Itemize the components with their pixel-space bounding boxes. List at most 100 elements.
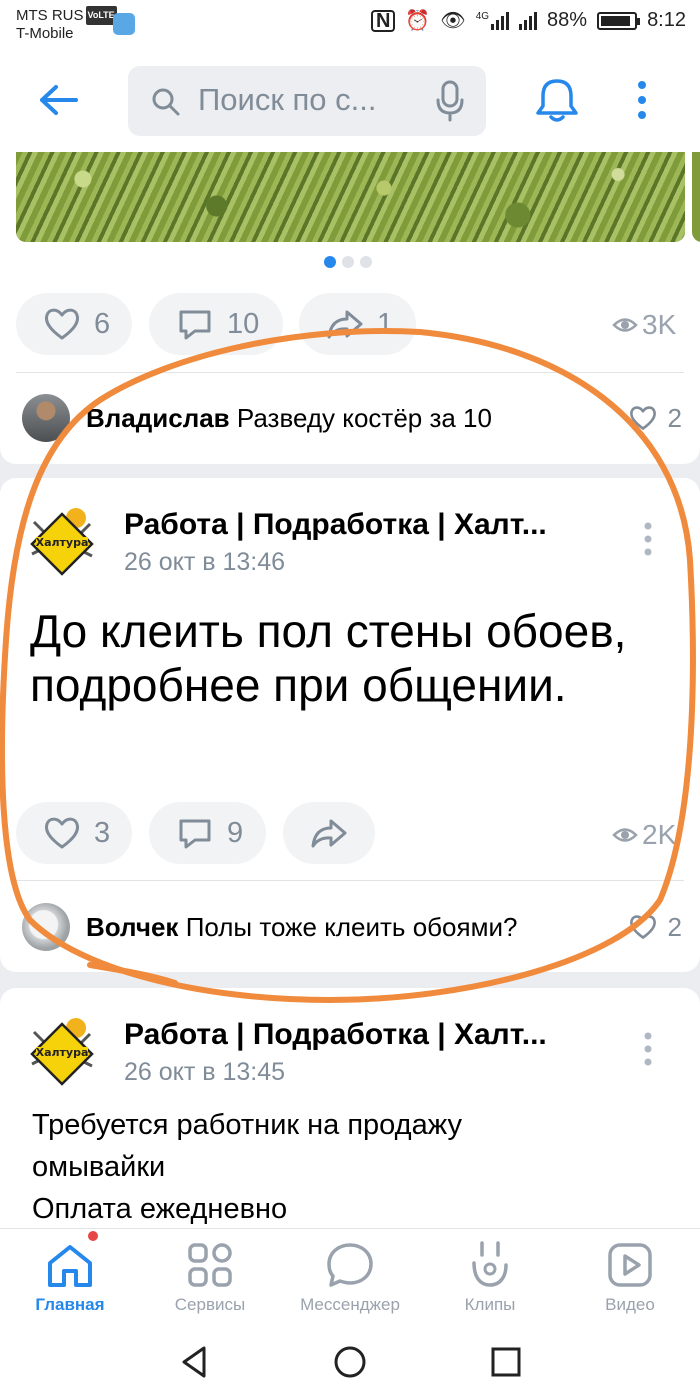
more-options-icon[interactable] xyxy=(632,80,652,120)
post-date: 26 окт в 13:45 xyxy=(124,1058,286,1086)
search-icon xyxy=(152,88,180,116)
system-navigation-bar xyxy=(0,1328,700,1400)
post-text: До клеить пол стены обоев, подробнее при… xyxy=(30,605,627,711)
post-photo-next[interactable] xyxy=(692,152,700,242)
battery-percent: 88% xyxy=(547,9,588,31)
top-comment[interactable]: Волчек Полы тоже клеить обоями? 2 xyxy=(22,902,682,952)
microphone-icon[interactable] xyxy=(436,80,464,122)
comment-like-count: 2 xyxy=(667,911,682,942)
logo-text: Халтура xyxy=(36,1046,89,1059)
tab-home[interactable]: Главная xyxy=(0,1229,140,1329)
post-card-2 xyxy=(0,478,700,972)
status-bar: MTS RUS VoLTE T-Mobile N ⏰ 👁 4G 88% 8:12 xyxy=(0,0,700,48)
views-counter: 2K xyxy=(612,819,676,851)
post-text: Требуется работник на продажу омывайки О… xyxy=(32,1104,672,1230)
community-logo: Халтура xyxy=(30,508,94,576)
recents-square-icon[interactable] xyxy=(486,1342,526,1382)
tab-video[interactable]: Видео xyxy=(560,1229,700,1329)
comment-like-count: 2 xyxy=(667,402,682,433)
post-author[interactable]: Работа | Подработка | Халт... xyxy=(124,508,614,542)
post-author[interactable]: Работа | Подработка | Халт... xyxy=(124,1018,614,1052)
post-text-line: Оплата ежедневно xyxy=(32,1193,288,1225)
community-logo: Халтура xyxy=(30,1018,94,1086)
comment-like-button[interactable]: 2 xyxy=(628,912,682,943)
tab-label: Сервисы xyxy=(174,1295,246,1314)
clips-icon xyxy=(472,1241,508,1287)
messenger-icon xyxy=(327,1243,373,1287)
comment-like-button[interactable]: 2 xyxy=(628,403,682,434)
share-button[interactable] xyxy=(283,802,375,864)
status-icons: N ⏰ 👁 4G 88% 8:12 xyxy=(370,8,686,33)
comment-button[interactable]: 9 xyxy=(149,802,266,864)
comment-author[interactable]: Волчек xyxy=(86,912,178,942)
comment-text: Владислав Разведу костёр за 10 xyxy=(86,403,614,434)
comment-count: 9 xyxy=(227,816,244,849)
carousel-indicator xyxy=(324,256,372,268)
avatar[interactable]: Халтура xyxy=(26,504,98,576)
signal-icon-2 xyxy=(519,11,538,30)
heart-icon xyxy=(44,308,80,340)
search-field[interactable]: Поиск по с... xyxy=(128,66,486,136)
video-icon xyxy=(608,1243,652,1287)
like-count: 6 xyxy=(94,307,111,340)
carousel-dot xyxy=(360,256,372,268)
comment-button[interactable]: 10 xyxy=(149,293,283,355)
battery-icon xyxy=(597,11,641,30)
comment-body: Полы тоже клеить обоями? xyxy=(185,911,518,942)
search-input[interactable]: Поиск по с... xyxy=(198,82,377,118)
notification-dot xyxy=(88,1231,98,1241)
tab-label: Главная xyxy=(35,1295,105,1314)
logo-text: Халтура xyxy=(36,536,89,549)
alarm-icon: ⏰ xyxy=(405,10,431,32)
comment-text: Волчек Полы тоже клеить обоями? xyxy=(86,912,614,943)
share-icon xyxy=(311,819,347,848)
post-photo-grass[interactable] xyxy=(16,152,685,242)
divider xyxy=(16,880,684,881)
avatar[interactable] xyxy=(22,903,70,951)
eye-icon xyxy=(612,318,638,332)
post-menu-icon[interactable] xyxy=(640,1030,656,1070)
back-triangle-icon[interactable] xyxy=(174,1342,214,1382)
home-circle-icon[interactable] xyxy=(330,1342,370,1382)
share-icon xyxy=(327,310,363,339)
heart-icon xyxy=(44,817,80,849)
like-count: 3 xyxy=(94,816,111,849)
top-bar: Поиск по с... xyxy=(0,48,700,152)
eye-icon xyxy=(612,828,638,842)
comment-icon xyxy=(179,819,211,849)
carousel-dot xyxy=(324,256,336,268)
comment-body: Разведу костёр за 10 xyxy=(236,402,492,433)
signal-icon: 4G xyxy=(475,10,510,30)
views-count: 3K xyxy=(642,309,677,340)
volte-badge: VoLTE xyxy=(85,6,117,25)
carrier-name: MTS RUS xyxy=(16,7,84,24)
tab-label: Клипы xyxy=(464,1295,516,1314)
tab-services[interactable]: Сервисы xyxy=(140,1229,280,1329)
views-count: 2K xyxy=(642,819,677,850)
back-arrow-icon[interactable] xyxy=(38,84,78,116)
notifications-bell-icon[interactable] xyxy=(534,76,580,124)
post-menu-icon[interactable] xyxy=(640,520,656,560)
top-comment[interactable]: Владислав Разведу костёр за 10 2 xyxy=(22,393,682,443)
like-button[interactable]: 3 xyxy=(16,802,132,864)
tab-clips[interactable]: Клипы xyxy=(420,1229,560,1329)
clock: 8:12 xyxy=(647,9,686,31)
post-text-line: Требуется работник на продажу xyxy=(32,1109,462,1141)
avatar[interactable] xyxy=(22,394,70,442)
like-button[interactable]: 6 xyxy=(16,293,132,355)
comment-author[interactable]: Владислав xyxy=(86,403,230,433)
home-icon xyxy=(48,1245,92,1287)
comment-count: 10 xyxy=(227,307,260,340)
views-counter: 3K xyxy=(612,309,676,341)
avatar[interactable]: Халтура xyxy=(26,1014,98,1086)
tab-messenger[interactable]: Мессенджер xyxy=(280,1229,420,1329)
carousel-dot xyxy=(342,256,354,268)
network-type: 4G xyxy=(475,10,490,22)
tab-label: Мессенджер xyxy=(300,1295,400,1314)
share-button[interactable]: 1 xyxy=(299,293,416,355)
divider xyxy=(16,372,684,373)
tab-label: Видео xyxy=(605,1295,655,1314)
heart-icon xyxy=(629,406,656,430)
services-icon xyxy=(188,1243,232,1287)
comment-icon xyxy=(179,310,211,340)
